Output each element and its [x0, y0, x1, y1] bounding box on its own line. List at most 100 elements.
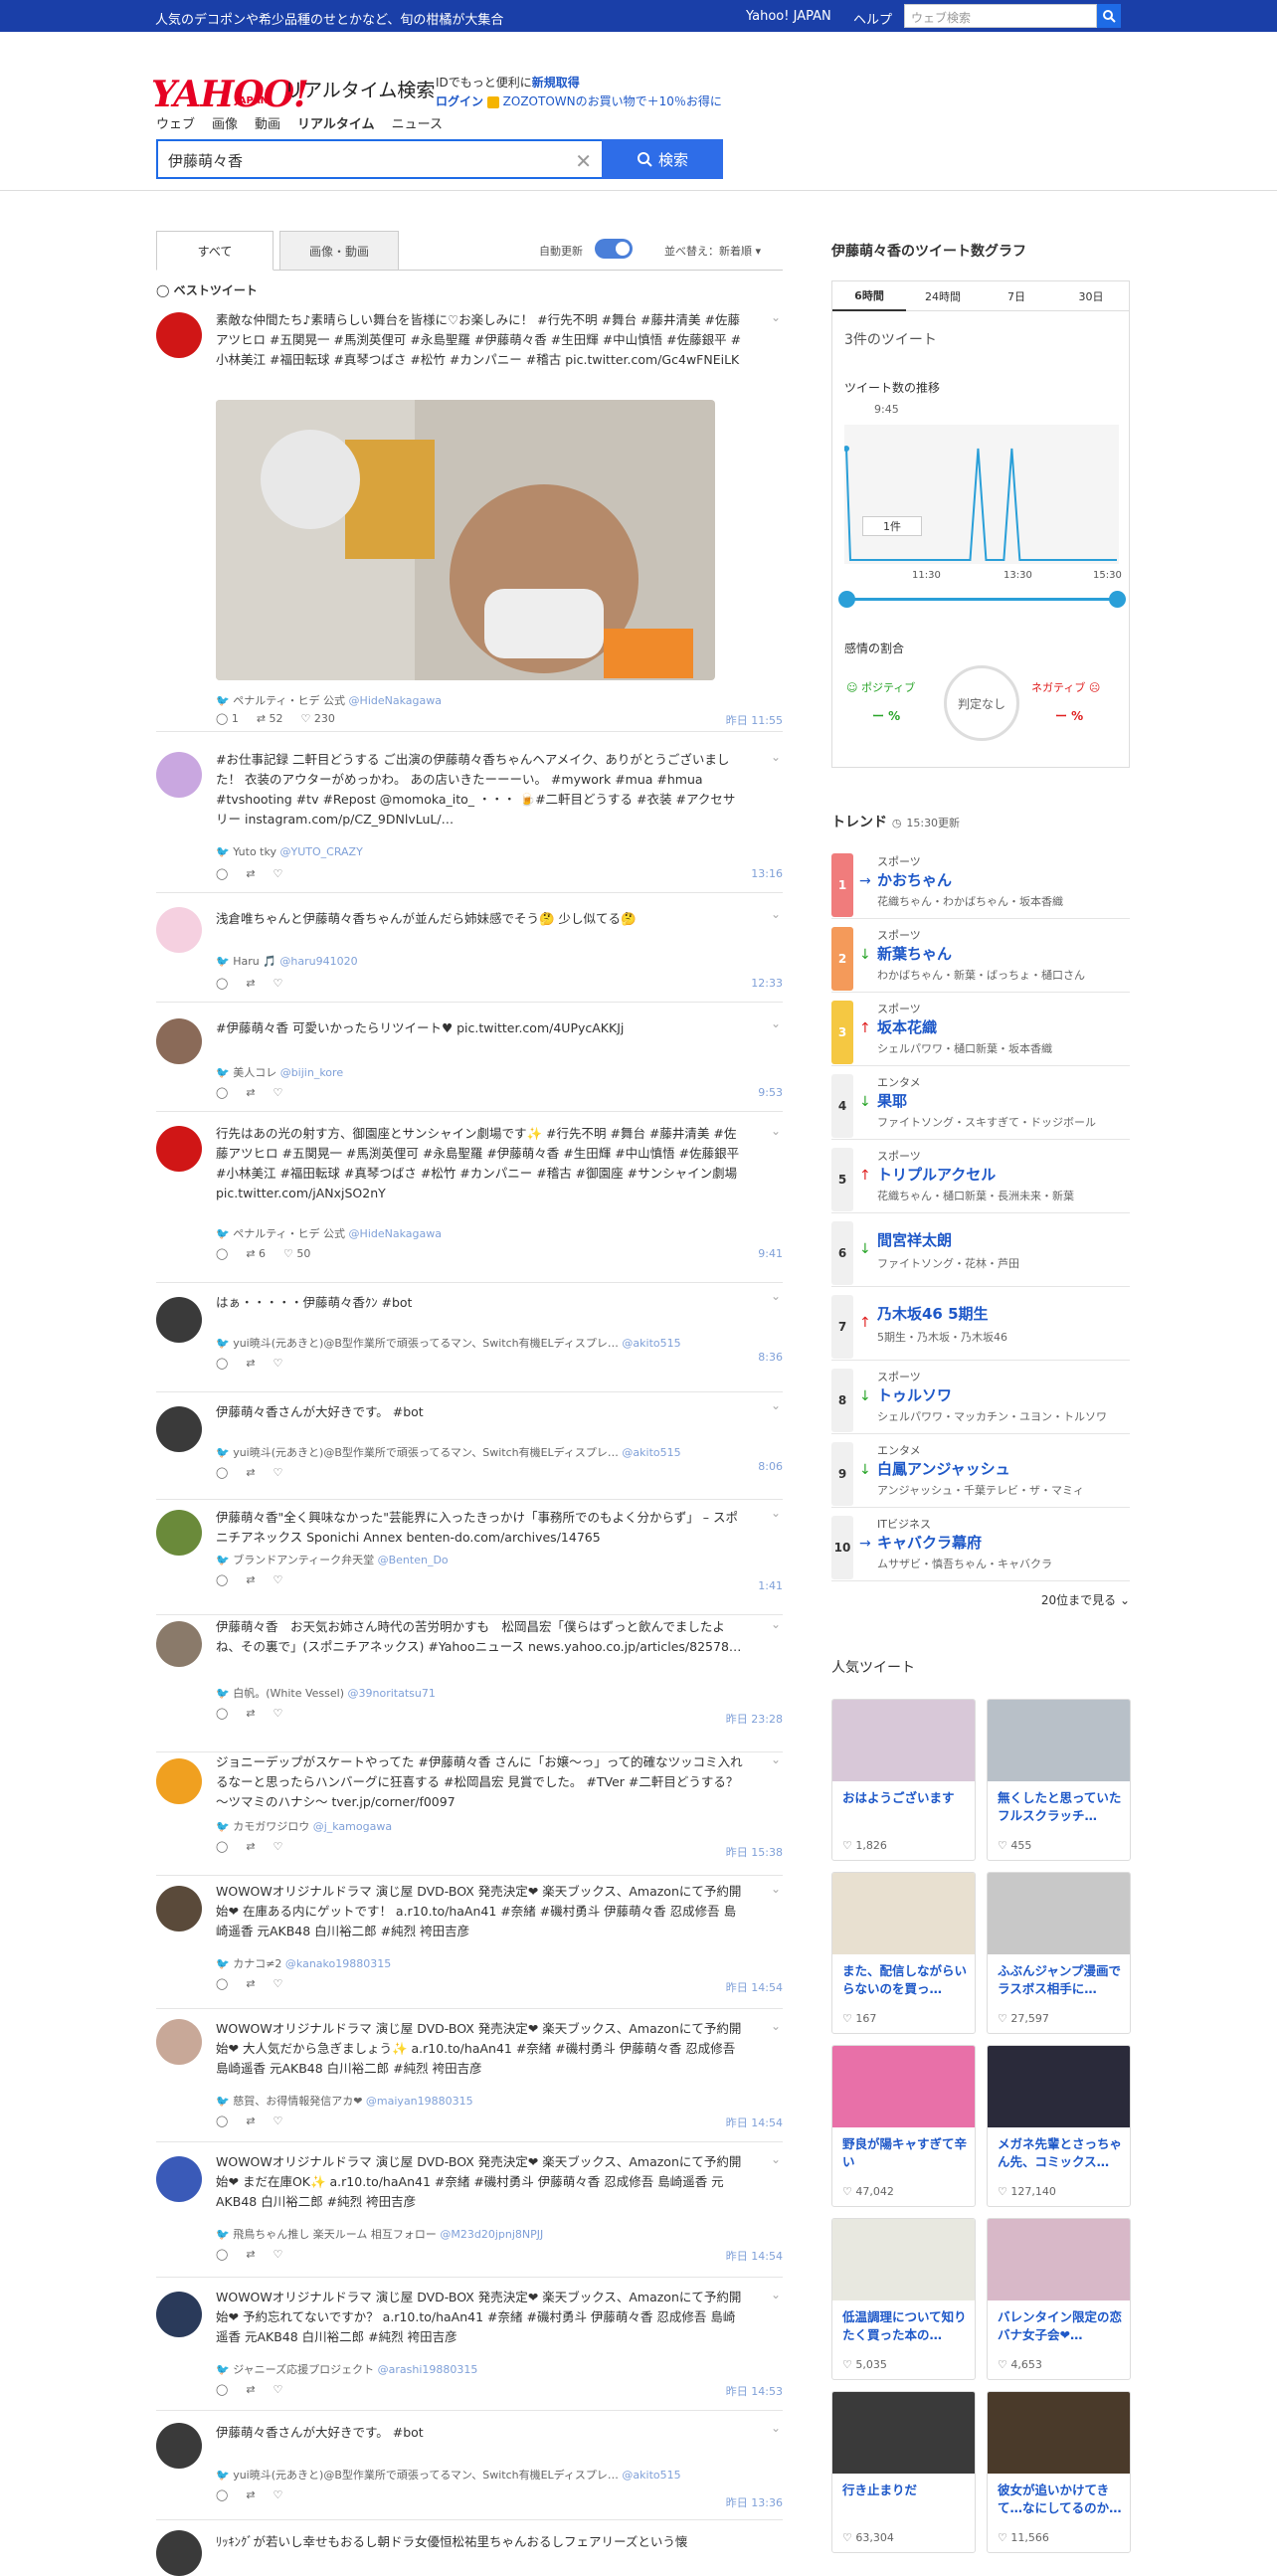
- trend-word[interactable]: 乃木坂46 5期生: [877, 1303, 989, 1324]
- trend-word[interactable]: キャバクラ幕府: [877, 1532, 982, 1553]
- trend-word[interactable]: 果耶: [877, 1090, 907, 1111]
- like-button[interactable]: ♡ 50: [283, 1247, 310, 1260]
- retweet-button[interactable]: ⇄: [246, 867, 255, 880]
- trend-word[interactable]: 間宮祥太朗: [877, 1229, 952, 1250]
- popular-tweet-text[interactable]: 低温調理について知りたく買った本の…: [842, 2308, 970, 2344]
- avatar[interactable]: [156, 2292, 202, 2337]
- trend-word[interactable]: かおちゃん: [877, 869, 952, 890]
- tweet-time[interactable]: 昨日 13:36: [726, 2494, 783, 2510]
- reply-button[interactable]: ◯: [216, 1977, 228, 1990]
- chevron-down-icon[interactable]: ⌄: [771, 1752, 781, 1766]
- like-button[interactable]: ♡: [274, 867, 283, 880]
- yahoo-japan-link[interactable]: Yahoo! JAPAN: [746, 9, 831, 24]
- tweet-user[interactable]: 🐦 カモガワジロウ @j_kamogawa: [216, 1818, 392, 1834]
- retweet-button[interactable]: ⇄: [246, 1086, 255, 1099]
- tweet-time[interactable]: 13:16: [751, 867, 783, 880]
- like-button[interactable]: ♡: [274, 1977, 283, 1990]
- retweet-button[interactable]: ⇄: [246, 2115, 255, 2127]
- like-button[interactable]: ♡: [274, 2248, 283, 2261]
- reply-button[interactable]: ◯: [216, 1247, 228, 1260]
- reply-button[interactable]: ◯: [216, 1840, 228, 1853]
- tab-media[interactable]: 画像・動画: [279, 231, 399, 271]
- reply-button[interactable]: ◯: [216, 1357, 228, 1370]
- retweet-button[interactable]: ⇄: [246, 1466, 255, 1479]
- tweet-time[interactable]: 12:33: [751, 977, 783, 990]
- avatar[interactable]: [156, 1406, 202, 1452]
- chevron-down-icon[interactable]: ⌄: [771, 1124, 781, 1138]
- tweet-user[interactable]: 🐦 yui暁斗(元あきと)@B型作業所で頑張ってるマン、Switch有機ELディ…: [216, 1444, 681, 1460]
- tweet-photo[interactable]: [216, 400, 715, 680]
- chevron-down-icon[interactable]: ⌄: [771, 1016, 781, 1030]
- trend-word[interactable]: 新葉ちゃん: [877, 943, 952, 964]
- popular-tweet-card[interactable]: メガネ先輩とさっちゃん先、コミックス… ♡ 127,140: [987, 2045, 1131, 2207]
- trend-word[interactable]: 坂本花織: [877, 1016, 937, 1037]
- popular-tweet-card[interactable]: 低温調理について知りたく買った本の… ♡ 5,035: [831, 2218, 976, 2380]
- reply-button[interactable]: ◯: [216, 977, 228, 990]
- popular-tweet-card[interactable]: ふぶんジャンプ漫画でラスボス相手に… ♡ 27,597: [987, 1872, 1131, 2034]
- tweet-user[interactable]: 🐦 飛鳥ちゃん推し 楽天ルーム 相互フォロー @M23d20jpnj8NPJJ: [216, 2226, 543, 2242]
- popular-tweet-card[interactable]: バレンタイン限定の恋バナ女子会❤… ♡ 4,653: [987, 2218, 1131, 2380]
- range-tab-6h[interactable]: 6時間: [832, 281, 906, 311]
- tweet-user[interactable]: 🐦 慈賀、お得情報発信アカ❤ @maiyan19880315: [216, 2093, 473, 2109]
- trend-word[interactable]: 白鳳アンジャッシュ: [877, 1458, 1010, 1479]
- search-input[interactable]: 伊藤萌々香 ✕: [156, 139, 602, 179]
- trend-item[interactable]: 7 ↑ 乃木坂46 5期生 5期生・乃木坂・乃木坂46: [831, 1289, 1130, 1361]
- reply-button[interactable]: ◯: [216, 1707, 228, 1720]
- popular-tweet-text[interactable]: おはようございます: [842, 1789, 970, 1807]
- tweet-time[interactable]: 1:41: [758, 1579, 783, 1592]
- chevron-down-icon[interactable]: ⌄: [771, 1506, 781, 1520]
- tweet-user[interactable]: 🐦 白帆。(White Vessel) @39noritatsu71: [216, 1685, 436, 1701]
- like-button[interactable]: ♡: [274, 1086, 283, 1099]
- avatar[interactable]: [156, 1621, 202, 1667]
- popular-tweet-text[interactable]: また、配信しながらいらないのを買っ…: [842, 1962, 970, 1998]
- avatar[interactable]: [156, 1758, 202, 1804]
- chevron-down-icon[interactable]: ⌄: [771, 1398, 781, 1412]
- slider-handle-right[interactable]: [1109, 591, 1126, 608]
- like-button[interactable]: ♡: [274, 977, 283, 990]
- nav-web[interactable]: ウェブ: [156, 113, 195, 132]
- like-button[interactable]: ♡: [274, 1466, 283, 1479]
- search-button[interactable]: 検索: [602, 139, 723, 179]
- tweet-time[interactable]: 8:06: [758, 1460, 783, 1473]
- sort-select[interactable]: 並べ替え：新着順 ▾: [664, 243, 761, 259]
- tweet-time[interactable]: 昨日 11:55: [726, 712, 783, 728]
- retweet-button[interactable]: ⇄ 6: [246, 1247, 266, 1260]
- reply-button[interactable]: ◯ 1: [216, 712, 239, 725]
- avatar[interactable]: [156, 2423, 202, 2469]
- avatar[interactable]: [156, 1886, 202, 1932]
- avatar[interactable]: [156, 752, 202, 798]
- avatar[interactable]: [156, 1297, 202, 1343]
- chevron-down-icon[interactable]: ⌄: [771, 2152, 781, 2166]
- popular-tweet-text[interactable]: 行き止まりだ: [842, 2482, 970, 2499]
- popular-tweet-text[interactable]: 彼女が追いかけてきて…なにしてるのか…: [998, 2482, 1125, 2517]
- tweet-time[interactable]: 9:53: [758, 1086, 783, 1099]
- tweet-time[interactable]: 8:36: [758, 1351, 783, 1364]
- tweet-user[interactable]: 🐦 カナコ≠2 @kanako19880315: [216, 1955, 391, 1971]
- trend-item[interactable]: 5 ↑ スポーツ トリプルアクセル 花織ちゃん・樋口新葉・長洲未来・新葉: [831, 1142, 1130, 1213]
- signup-link[interactable]: 新規取得: [532, 76, 580, 90]
- popular-tweet-card[interactable]: また、配信しながらいらないのを買っ… ♡ 167: [831, 1872, 976, 2034]
- retweet-button[interactable]: ⇄: [246, 1573, 255, 1586]
- retweet-button[interactable]: ⇄: [246, 1707, 255, 1720]
- reply-button[interactable]: ◯: [216, 1573, 228, 1586]
- promo-link[interactable]: 人気のデコポンや希少品種のせとかなど、旬の柑橘が大集合: [155, 9, 503, 28]
- retweet-button[interactable]: ⇄: [246, 2248, 255, 2261]
- retweet-button[interactable]: ⇄: [246, 1977, 255, 1990]
- range-tab-24h[interactable]: 24時間: [906, 281, 980, 311]
- trend-item[interactable]: 8 ↓ スポーツ トゥルソワ シェルパワワ・マッカチン・ユヨン・トルソワ: [831, 1363, 1130, 1434]
- reply-button[interactable]: ◯: [216, 1086, 228, 1099]
- reply-button[interactable]: ◯: [216, 2248, 228, 2261]
- reply-button[interactable]: ◯: [216, 2488, 228, 2501]
- trend-more-link[interactable]: 20位まで見る ⌄: [831, 1591, 1130, 1608]
- trend-item[interactable]: 2 ↓ スポーツ 新葉ちゃん わかばちゃん・新葉・ばっちょ・樋口さん: [831, 921, 1130, 993]
- like-button[interactable]: ♡: [274, 1357, 283, 1370]
- zozotown-link[interactable]: ZOZOTOWNのお買い物で＋10％お得に: [503, 94, 722, 108]
- nav-image[interactable]: 画像: [212, 113, 238, 132]
- tweet-user[interactable]: 🐦 Haru 🎵 @haru941020: [216, 955, 358, 968]
- tweet-time[interactable]: 昨日 14:54: [726, 2248, 783, 2264]
- reply-button[interactable]: ◯: [216, 1466, 228, 1479]
- tweet-user[interactable]: 🐦 美人コレ @bijin_kore: [216, 1064, 343, 1080]
- like-button[interactable]: ♡: [274, 1707, 283, 1720]
- retweet-button[interactable]: ⇄: [246, 2488, 255, 2501]
- avatar[interactable]: [156, 2530, 202, 2576]
